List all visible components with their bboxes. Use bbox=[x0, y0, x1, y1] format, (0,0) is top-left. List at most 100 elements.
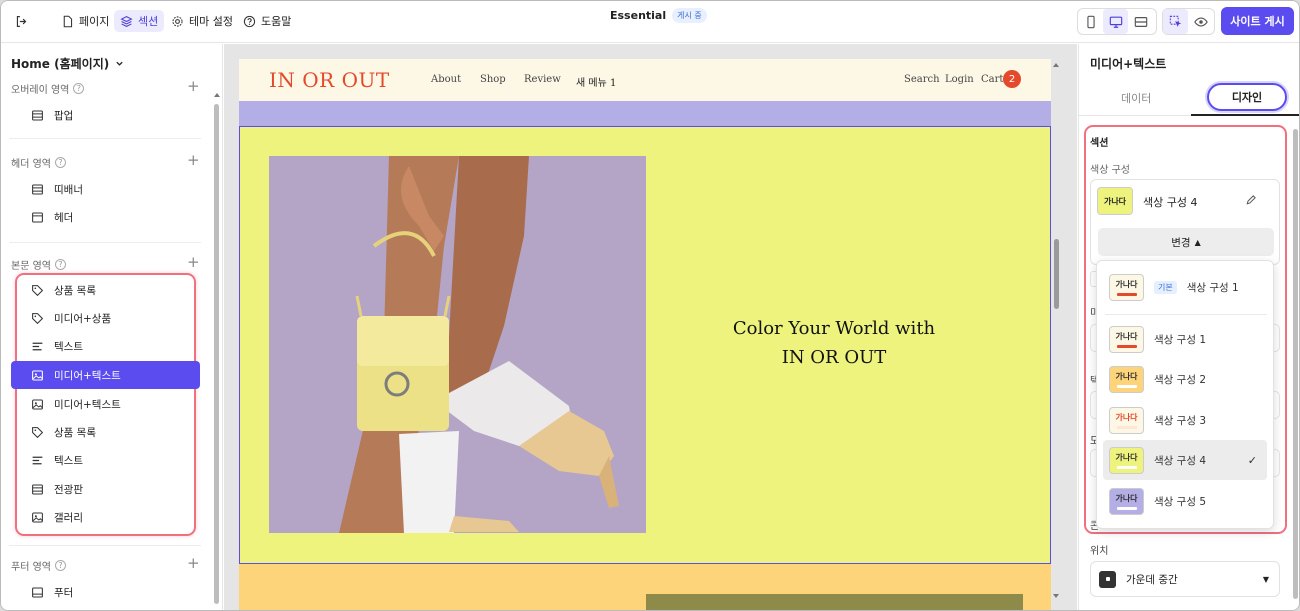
sidebar-item-label: 푸터 bbox=[54, 587, 74, 599]
preview-button[interactable] bbox=[1188, 9, 1213, 34]
page-selector-label: Home (홈페이지) bbox=[11, 57, 110, 71]
scheme-option-selected[interactable]: 가나다 색상 구성 4 ✓ bbox=[1103, 440, 1267, 480]
sidebar-item-label: 전광판 bbox=[54, 483, 83, 496]
swatch-bar bbox=[1116, 292, 1137, 296]
theme-settings-button[interactable]: 테마 설정 bbox=[165, 10, 239, 32]
sidebar-scrollbar[interactable] bbox=[214, 104, 219, 604]
scheme-option-label: 색상 구성 5 bbox=[1154, 495, 1206, 508]
change-label: 변경 bbox=[1171, 236, 1191, 249]
help-icon[interactable]: ? bbox=[54, 560, 66, 571]
divider bbox=[9, 138, 201, 139]
scheme-option-label: 색상 구성 2 bbox=[1154, 373, 1206, 386]
footer-block-icon bbox=[32, 587, 43, 598]
scheme-option-label: 색상 구성 3 bbox=[1154, 414, 1206, 427]
scheme-option[interactable]: 가나다 색상 구성 5 bbox=[1103, 481, 1267, 521]
exit-icon bbox=[16, 15, 27, 27]
sidebar-item-product-list[interactable]: 상품 목록 bbox=[11, 276, 200, 304]
help-icon[interactable]: ? bbox=[54, 157, 66, 168]
section-headline[interactable]: Color Your World with IN OR OUT bbox=[679, 314, 989, 372]
scheme-option[interactable]: 가나다 기본 색상 구성 1 bbox=[1103, 267, 1267, 307]
sidebar-item-footer[interactable]: 푸터 bbox=[31, 585, 73, 600]
swatch-bar bbox=[1116, 384, 1137, 388]
sidebar-item-text-2[interactable]: 텍스트 bbox=[11, 446, 200, 474]
sidebar-item-header[interactable]: 헤더 bbox=[31, 210, 73, 225]
scheme-option-label: 색상 구성 1 bbox=[1154, 333, 1206, 346]
sidebar-item-media-text[interactable]: 미디어+텍스트 bbox=[11, 390, 200, 418]
sidebar-item-label: 갤러리 bbox=[54, 511, 83, 524]
sidebar-item-label: 팝업 bbox=[54, 110, 74, 122]
site-logo[interactable]: IN OR OUT bbox=[269, 68, 390, 92]
help-icon[interactable]: ? bbox=[54, 259, 66, 270]
text-align-icon bbox=[32, 456, 43, 464]
scheme-swatch: 가나다 bbox=[1109, 406, 1144, 434]
sidebar-item-media-text-selected[interactable]: 미디어+텍스트 bbox=[11, 361, 200, 389]
tab-data[interactable]: 데이터 bbox=[1121, 90, 1151, 106]
change-scheme-button[interactable]: 변경 ▲ bbox=[1098, 228, 1274, 256]
sidebar-item-media-product[interactable]: 미디어+상품 bbox=[11, 304, 200, 332]
body-area-title: 본문 영역 ? bbox=[11, 257, 66, 272]
banner-strip[interactable] bbox=[239, 101, 1051, 126]
select-mode-button[interactable] bbox=[1163, 9, 1188, 34]
add-overlay-button[interactable]: + bbox=[187, 79, 200, 94]
section-block-icon bbox=[32, 110, 43, 121]
page-selector[interactable]: Home (홈페이지) bbox=[11, 55, 124, 72]
full-width-view-button[interactable] bbox=[1128, 9, 1153, 34]
sidebar-item-text[interactable]: 텍스트 bbox=[11, 332, 200, 360]
position-icon bbox=[1099, 570, 1116, 588]
divider bbox=[9, 545, 201, 546]
scroll-down-icon[interactable] bbox=[1052, 593, 1060, 599]
sidebar-item-banner[interactable]: 띠배너 bbox=[31, 182, 83, 197]
scheme-swatch: 가나다 bbox=[1109, 446, 1144, 474]
add-footer-button[interactable]: + bbox=[187, 556, 200, 571]
sidebar-item-popup[interactable]: 팝업 bbox=[31, 108, 73, 123]
publish-site-button[interactable]: 사이트 게시 bbox=[1221, 7, 1294, 35]
scroll-up-icon[interactable] bbox=[213, 92, 221, 98]
sidebar-item-product-list-2[interactable]: 상품 목록 bbox=[11, 418, 200, 446]
sidebar-item-label: 텍스트 bbox=[54, 340, 83, 353]
scroll-up-icon[interactable] bbox=[1052, 62, 1060, 68]
nav-shop[interactable]: Shop bbox=[480, 74, 506, 85]
sidebar-item-marquee[interactable]: 전광판 bbox=[11, 475, 200, 503]
help-icon[interactable]: ? bbox=[73, 83, 85, 94]
scheme-option[interactable]: 가나다 색상 구성 2 bbox=[1103, 359, 1267, 399]
scheme-option[interactable]: 가나다 색상 구성 1 bbox=[1103, 319, 1267, 359]
add-body-section-button[interactable]: + bbox=[187, 255, 200, 270]
nav-review[interactable]: Review bbox=[524, 74, 561, 85]
panel-scrollbar[interactable] bbox=[1293, 129, 1298, 599]
app-window: 페이지 섹션 테마 설정 도움말 Essential 게시 중 사이트 게시 H… bbox=[0, 0, 1300, 611]
editor-canvas: IN OR OUT About Shop Review 새 메뉴 1 Searc… bbox=[224, 44, 1077, 610]
footer-area-label: 푸터 영역 bbox=[11, 562, 51, 573]
header-block-icon bbox=[32, 212, 43, 223]
pencil-icon[interactable] bbox=[1245, 194, 1257, 206]
sidebar-item-gallery[interactable]: 갤러리 bbox=[11, 503, 200, 531]
nav-login[interactable]: Login bbox=[945, 74, 974, 85]
site-header[interactable]: IN OR OUT About Shop Review 새 메뉴 1 Searc… bbox=[239, 59, 1051, 101]
scheme-option[interactable]: 가나다 색상 구성 3 bbox=[1103, 400, 1267, 440]
desktop-icon bbox=[1109, 16, 1122, 28]
tag-icon bbox=[32, 426, 44, 438]
tag-icon bbox=[32, 284, 44, 296]
position-select[interactable]: 가운데 중간 ▼ bbox=[1090, 561, 1280, 597]
tab-design[interactable]: 디자인 bbox=[1207, 83, 1287, 111]
sidebar-item-label: 텍스트 bbox=[54, 454, 83, 467]
section-button[interactable]: 섹션 bbox=[114, 10, 165, 32]
section-block-icon bbox=[32, 184, 43, 195]
overlay-area-title: 오버레이 영역 ? bbox=[11, 81, 85, 96]
canvas-scrollbar[interactable] bbox=[1054, 239, 1059, 309]
nav-about[interactable]: About bbox=[431, 74, 461, 85]
mobile-view-button[interactable] bbox=[1078, 9, 1103, 34]
nav-new-menu[interactable]: 새 메뉴 1 bbox=[576, 74, 616, 89]
add-header-button[interactable]: + bbox=[187, 153, 200, 168]
nav-cart[interactable]: Cart bbox=[981, 74, 1003, 85]
desktop-view-button[interactable] bbox=[1103, 9, 1128, 34]
scheme-swatch: 가나다 bbox=[1109, 325, 1144, 353]
help-button[interactable]: 도움말 bbox=[237, 10, 297, 32]
help-icon bbox=[243, 15, 256, 27]
nav-search[interactable]: Search bbox=[904, 74, 940, 85]
sidebar-item-label: 미디어+텍스트 bbox=[54, 369, 121, 382]
pages-button[interactable]: 페이지 bbox=[55, 10, 115, 32]
scheme-option-label: 색상 구성 1 bbox=[1186, 281, 1239, 294]
fashion-photo[interactable] bbox=[269, 156, 646, 533]
exit-button[interactable] bbox=[9, 10, 34, 32]
default-badge: 기본 bbox=[1154, 280, 1177, 294]
